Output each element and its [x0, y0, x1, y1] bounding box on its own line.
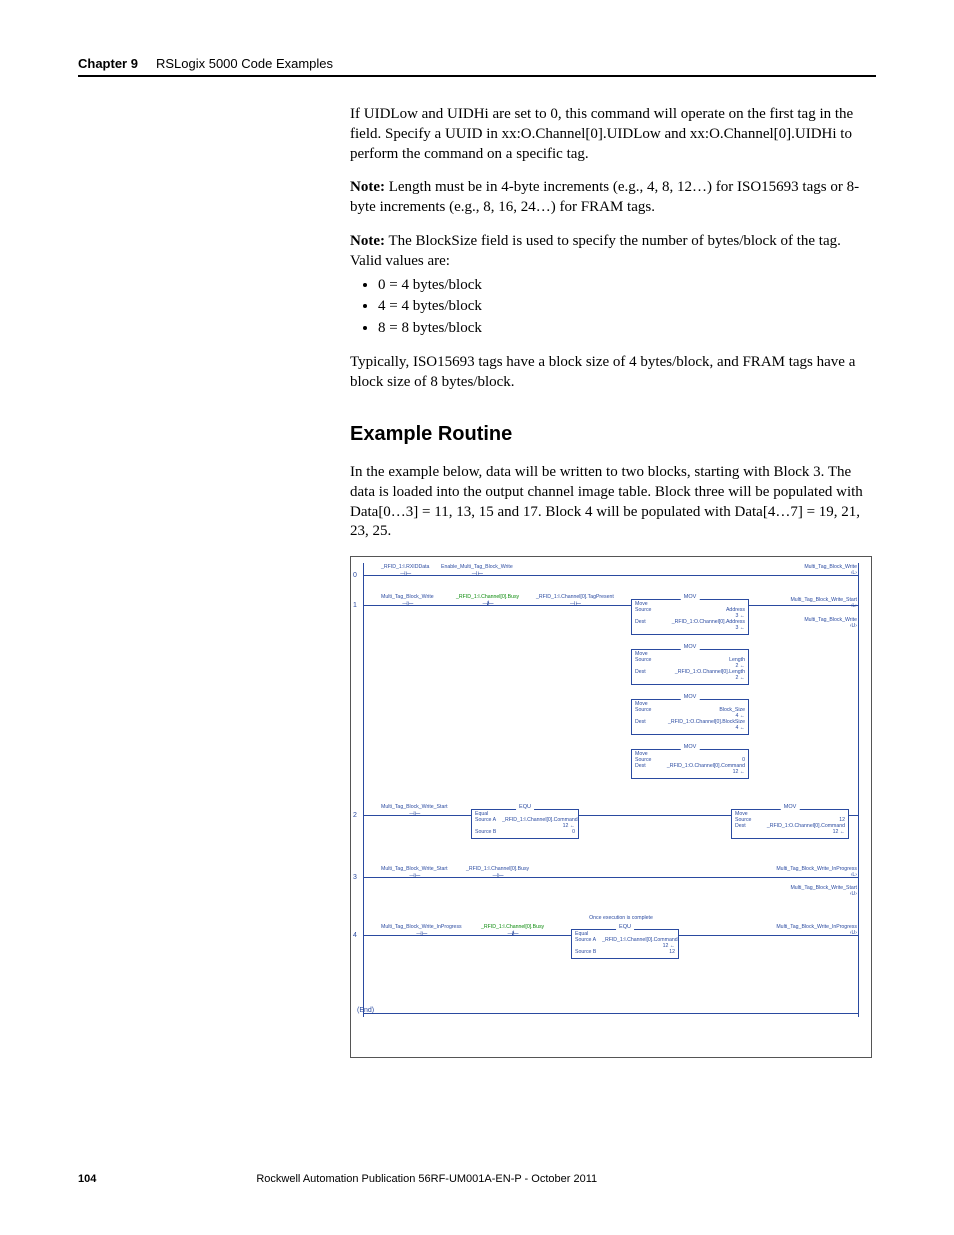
- mov-box: MOV Move Source12 Dest_RFID_1:O.Channel[…: [731, 809, 849, 839]
- rung-comment: Once execution is complete: [571, 915, 671, 921]
- mov-box: MOV Move Source0 Dest_RFID_1:O.Channel[0…: [631, 749, 749, 779]
- page-number: 104: [78, 1173, 96, 1185]
- mov-box: MOV Move SourceBlock_Size 4 ← Dest_RFID_…: [631, 699, 749, 735]
- mov-box: MOV Move SourceAddress 3 ← Dest_RFID_1:O…: [631, 599, 749, 635]
- equ-box: EQU Equal Source A_RFID_1:I.Channel[0].C…: [571, 929, 679, 959]
- list-item: 4 = 4 bytes/block: [378, 297, 870, 317]
- page-footer: 104 Rockwell Automation Publication 56RF…: [78, 1173, 876, 1185]
- page-header: Chapter 9 RSLogix 5000 Code Examples: [78, 56, 876, 77]
- example-routine-heading: Example Routine: [350, 421, 870, 447]
- paragraph-typical: Typically, ISO15693 tags have a block si…: [350, 353, 870, 393]
- note-blocksize: Note: The BlockSize field is used to spe…: [350, 232, 870, 272]
- note-length: Note: Length must be in 4-byte increment…: [350, 178, 870, 218]
- chapter-title: RSLogix 5000 Code Examples: [156, 56, 333, 71]
- publication-info: Rockwell Automation Publication 56RF-UM0…: [256, 1173, 597, 1185]
- paragraph-uid: If UIDLow and UIDHi are set to 0, this c…: [350, 105, 870, 164]
- equ-box: EQU Equal Source A_RFID_1:I.Channel[0].C…: [471, 809, 579, 839]
- ladder-diagram: 0 _RFID_1:I.RXIDData⊣ ⊢ Enable_Multi_Tag…: [350, 556, 872, 1058]
- list-item: 0 = 4 bytes/block: [378, 276, 870, 296]
- paragraph-example: In the example below, data will be writt…: [350, 463, 870, 542]
- blocksize-list: 0 = 4 bytes/block 4 = 4 bytes/block 8 = …: [378, 276, 870, 339]
- mov-box: MOV Move SourceLength 2 ← Dest_RFID_1:O.…: [631, 649, 749, 685]
- list-item: 8 = 8 bytes/block: [378, 319, 870, 339]
- chapter-number: Chapter 9: [78, 56, 138, 71]
